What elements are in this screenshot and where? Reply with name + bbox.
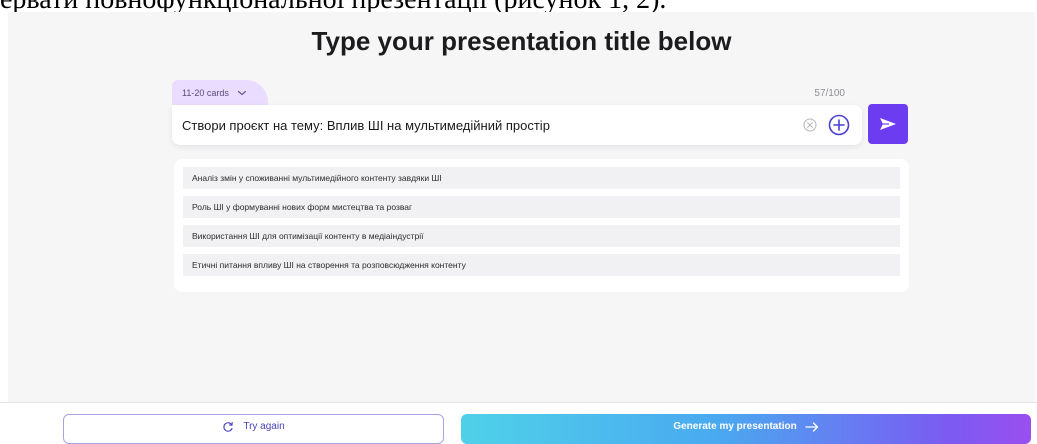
refresh-icon: [223, 422, 234, 432]
send-button[interactable]: [868, 104, 908, 144]
outline-item[interactable]: Етичні питання впливу ШІ на створення та…: [183, 254, 900, 276]
outline-item[interactable]: Використання ШІ для оптимізації контенту…: [183, 225, 900, 247]
character-counter: 57/100: [814, 88, 845, 99]
add-icon[interactable]: [828, 114, 850, 136]
arrow-right-icon: [805, 422, 818, 432]
chevron-down-icon: [237, 90, 246, 96]
document-caption: ервати повнофункціональної презентації (…: [0, 0, 666, 12]
cards-count-label: 11-20 cards: [182, 88, 229, 98]
outline-item[interactable]: Аналіз змін у споживанні мультимедійного…: [183, 167, 900, 189]
generate-label: Generate my presentation: [673, 421, 797, 432]
try-again-label: Try again: [243, 421, 285, 432]
prompt-input[interactable]: [182, 115, 782, 135]
cards-count-dropdown[interactable]: 11-20 cards: [172, 80, 268, 106]
generate-presentation-button[interactable]: Generate my presentation: [461, 414, 1031, 444]
presentation-generator: Type your presentation title below 11-20…: [8, 12, 1035, 402]
page-title: Type your presentation title below: [311, 26, 732, 56]
outline-list: Аналіз змін у споживанні мультимедійного…: [174, 159, 909, 292]
clear-icon[interactable]: [803, 118, 817, 132]
try-again-button[interactable]: Try again: [63, 414, 444, 444]
outline-item[interactable]: Роль ШІ у формуванні нових форм мистецтв…: [183, 196, 900, 218]
document-text-strip: ервати повнофункціональної презентації (…: [0, 0, 1037, 12]
send-icon: [880, 118, 896, 130]
prompt-input-card: [172, 105, 862, 145]
bottom-action-bar: Try again Generate my presentation: [0, 402, 1037, 444]
